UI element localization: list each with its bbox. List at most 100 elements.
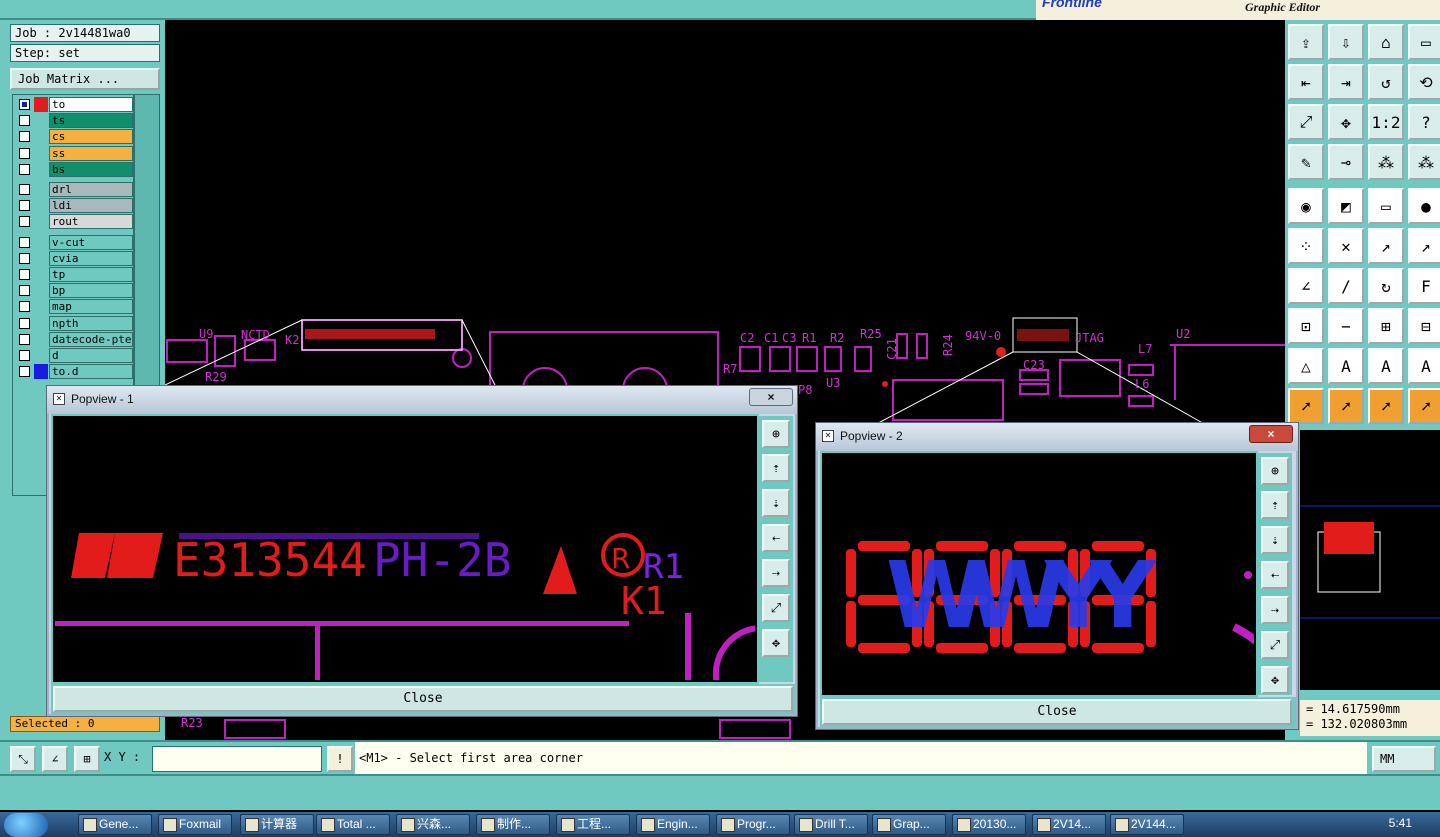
pv1-pan-up-icon[interactable]: ⇡ bbox=[762, 454, 790, 482]
layer-checkbox[interactable] bbox=[19, 301, 30, 313]
layer-name[interactable]: ts bbox=[49, 113, 133, 129]
layer-checkbox[interactable] bbox=[19, 131, 30, 143]
taskbar-button[interactable]: 制作... bbox=[476, 814, 550, 835]
layer-name[interactable]: tp bbox=[49, 267, 133, 282]
rotate-icon[interactable]: ↻ bbox=[1368, 268, 1404, 304]
cursor-icon[interactable]: ➚ bbox=[1288, 388, 1324, 424]
layer-color-swatch[interactable] bbox=[34, 267, 48, 282]
layer-row-d[interactable]: d bbox=[15, 348, 133, 363]
layer-row-ts[interactable]: ts bbox=[15, 113, 133, 129]
layer-color-swatch[interactable] bbox=[34, 235, 48, 250]
layer-row-datecode-pte[interactable]: datecode-pte bbox=[15, 331, 133, 347]
pv1-zoom-in-icon[interactable]: ⊕ bbox=[762, 420, 790, 448]
line-icon[interactable]: ∕ bbox=[1328, 268, 1364, 304]
pv2-pan-right-icon[interactable]: ⇢ bbox=[1261, 596, 1289, 624]
cursor-icon[interactable]: ➚ bbox=[1408, 388, 1440, 424]
taskbar-button[interactable]: 20130... bbox=[952, 814, 1026, 835]
text-a-icon[interactable]: A bbox=[1328, 348, 1364, 384]
layer-name[interactable]: ss bbox=[49, 145, 133, 161]
layer-color-swatch[interactable] bbox=[34, 348, 48, 363]
layer-row-cvia[interactable]: cvia bbox=[15, 250, 133, 266]
layer-checkbox[interactable] bbox=[19, 350, 30, 361]
help-icon[interactable]: ? bbox=[1408, 104, 1440, 140]
taskbar-button[interactable]: Gene... bbox=[78, 814, 152, 835]
layer-name[interactable]: ldi bbox=[49, 198, 133, 214]
arrow-icon[interactable]: ↗ bbox=[1368, 228, 1404, 264]
popview-1-close-x-button[interactable]: × bbox=[749, 388, 793, 406]
layer-color-swatch[interactable] bbox=[34, 162, 48, 177]
layer-row-to.d[interactable]: to.d bbox=[15, 364, 133, 380]
layer-checkbox[interactable] bbox=[19, 163, 30, 175]
arrow-icon[interactable]: ↗ bbox=[1408, 228, 1440, 264]
layer-row-bs[interactable]: bs bbox=[15, 161, 133, 177]
text-a-icon[interactable]: A bbox=[1368, 348, 1404, 384]
popview-1-close-button[interactable]: Close bbox=[53, 686, 793, 712]
snap-icon[interactable]: ⊸ bbox=[1328, 144, 1364, 180]
layer-row-rout[interactable]: rout bbox=[15, 214, 133, 230]
layer-color-swatch[interactable] bbox=[34, 214, 48, 229]
layer-row-map[interactable]: map bbox=[15, 299, 133, 315]
start-button[interactable] bbox=[4, 813, 48, 837]
layer-name[interactable]: datecode-pte bbox=[49, 331, 133, 347]
fill-icon[interactable]: ◩ bbox=[1328, 188, 1364, 224]
job-matrix-button[interactable]: Job Matrix ... bbox=[10, 68, 160, 90]
layer-icon[interactable]: ⁂ bbox=[1368, 144, 1404, 180]
pv1-zoom-out-icon[interactable]: ⤢ bbox=[762, 594, 790, 622]
layer-checkbox[interactable] bbox=[19, 200, 30, 212]
redo-icon[interactable]: ⟲ bbox=[1408, 64, 1440, 100]
zoom-fit-icon[interactable]: ⤢ bbox=[1288, 104, 1324, 140]
grid-icon[interactable]: ⊟ bbox=[1408, 308, 1440, 344]
layer-name[interactable]: bs bbox=[49, 161, 133, 177]
layer-name[interactable]: bp bbox=[49, 283, 133, 299]
layer-name[interactable]: to bbox=[49, 97, 133, 112]
home-icon[interactable]: ⌂ bbox=[1368, 24, 1404, 60]
layer-color-swatch[interactable] bbox=[34, 251, 48, 266]
taskbar-button[interactable]: Grap... bbox=[872, 814, 946, 835]
layer-row-v-cut[interactable]: v-cut bbox=[15, 234, 133, 250]
taskbar-button[interactable]: 计算器 bbox=[240, 814, 314, 835]
zoom-center-icon[interactable]: ✥ bbox=[1328, 104, 1364, 140]
layer-row-tp[interactable]: tp bbox=[15, 267, 133, 282]
scale-icon[interactable]: 1:2 bbox=[1368, 104, 1404, 140]
layer-row-cs[interactable]: cs bbox=[15, 129, 133, 145]
zoom-area-icon[interactable]: ⤡ bbox=[10, 746, 36, 772]
taskbar-button[interactable]: 2V14... bbox=[1032, 814, 1106, 835]
minus-icon[interactable]: − bbox=[1328, 308, 1364, 344]
text-a-icon[interactable]: A bbox=[1408, 348, 1440, 384]
layer-row-drl[interactable]: drl bbox=[15, 182, 133, 197]
pv1-pan-left-icon[interactable]: ⇠ bbox=[762, 524, 790, 552]
pv2-pan-left-icon[interactable]: ⇠ bbox=[1261, 561, 1289, 589]
cross-icon[interactable]: ✕ bbox=[1328, 228, 1364, 264]
cursor-icon[interactable]: ➚ bbox=[1328, 388, 1364, 424]
text-icon[interactable]: F bbox=[1408, 268, 1440, 304]
taskbar-button[interactable]: 兴森... bbox=[396, 814, 470, 835]
layer-checkbox[interactable] bbox=[19, 115, 30, 127]
taskbar-button[interactable]: Progr... bbox=[716, 814, 790, 835]
pv1-pan-down-icon[interactable]: ⇣ bbox=[762, 489, 790, 517]
ruler-icon[interactable]: ▭ bbox=[1368, 188, 1404, 224]
layer-checkbox[interactable] bbox=[19, 285, 30, 297]
layer-name[interactable]: v-cut bbox=[49, 234, 133, 250]
layer-name[interactable]: drl bbox=[49, 182, 133, 197]
layer-color-swatch[interactable] bbox=[34, 316, 48, 331]
layer-icon[interactable]: ⁂ bbox=[1408, 144, 1440, 180]
window-icon[interactable]: ▭ bbox=[1408, 24, 1440, 60]
layer-color-swatch[interactable] bbox=[34, 332, 48, 347]
layer-color-swatch[interactable] bbox=[34, 198, 48, 213]
cursor-icon[interactable]: ➚ bbox=[1368, 388, 1404, 424]
popview-2-titlebar[interactable]: ✕ Popview - 2 bbox=[816, 423, 1298, 451]
pan-left-icon[interactable]: ⇤ bbox=[1288, 64, 1324, 100]
pv2-zoom-in-icon[interactable]: ⊕ bbox=[1261, 457, 1289, 485]
layer-checkbox[interactable] bbox=[19, 252, 30, 264]
node-icon[interactable]: ⁘ bbox=[1288, 228, 1324, 264]
layer-name[interactable]: npth bbox=[49, 315, 133, 331]
popview-2-view[interactable]: WWYY bbox=[822, 453, 1256, 695]
pad-icon[interactable]: ◉ bbox=[1288, 188, 1324, 224]
undo-icon[interactable]: ↺ bbox=[1368, 64, 1404, 100]
popview-1-view[interactable]: E313544 PH-2B R R1 K1 bbox=[53, 416, 757, 682]
pv2-fit-icon[interactable]: ✥ bbox=[1261, 666, 1289, 694]
layer-color-swatch[interactable] bbox=[34, 113, 48, 128]
layer-row-bp[interactable]: bp bbox=[15, 283, 133, 299]
unit-select[interactable]: MM bbox=[1372, 746, 1436, 772]
alert-icon[interactable]: ! bbox=[327, 746, 353, 772]
